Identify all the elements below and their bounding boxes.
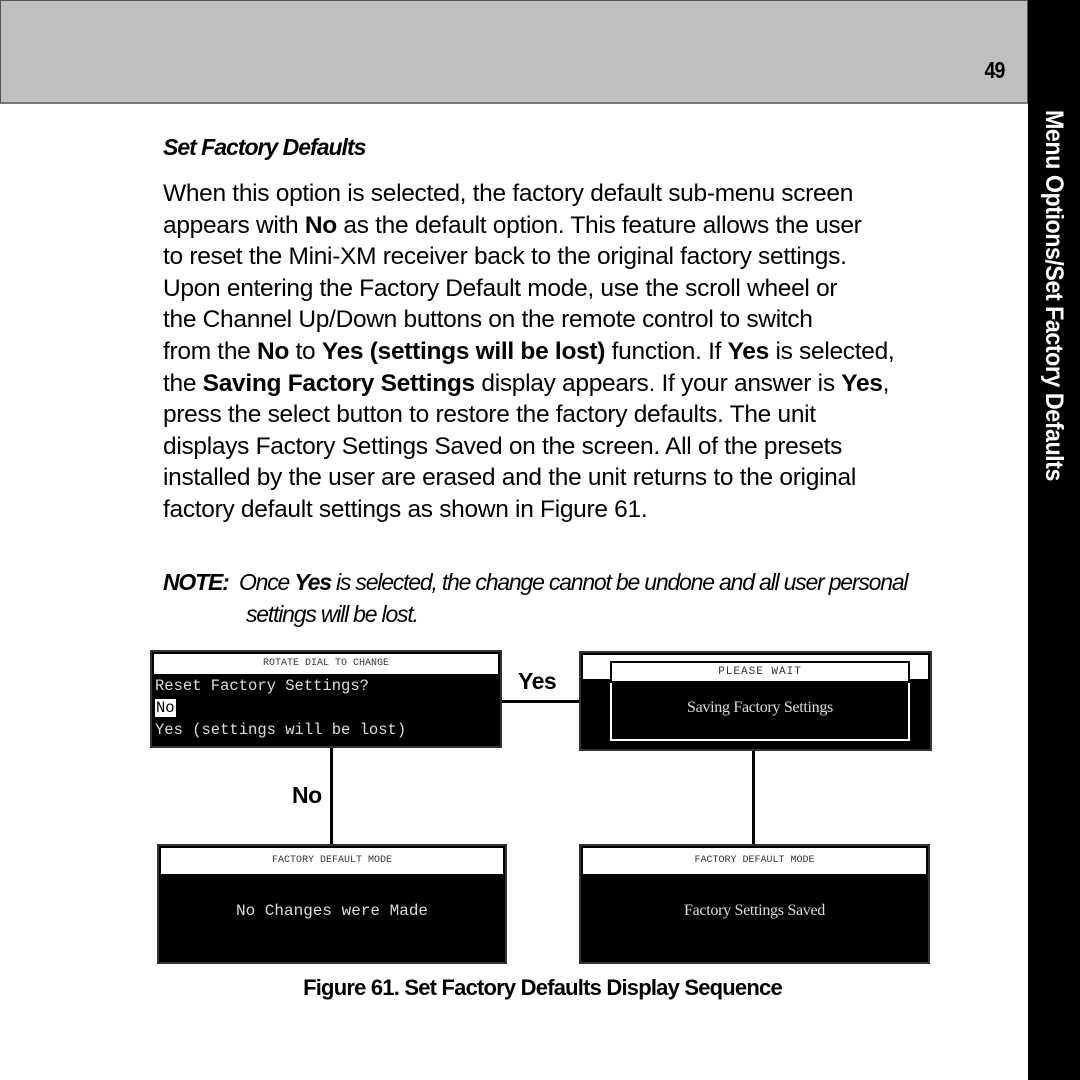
note-line-2: settings will be lost. [246, 601, 419, 627]
branch-label-yes: Yes [518, 668, 557, 694]
bold-term: Yes (settings will be lost) [321, 337, 606, 365]
body-line: the Channel Up/Down buttons on the remot… [163, 306, 813, 334]
body-line: press the select button to restore the f… [163, 401, 816, 429]
figure-caption: Figure 61. Set Factory Defaults Display … [303, 975, 783, 1000]
body-line: displays Factory Settings Saved on the s… [163, 432, 843, 460]
note-label: NOTE: [163, 569, 230, 595]
bold-term: Saving Factory Settings [202, 369, 476, 397]
body-line: from the No to Yes (settings will be los… [163, 337, 895, 365]
connector-yes [502, 700, 581, 703]
connector-saved [752, 751, 755, 844]
lcd-screen-settings-saved: FACTORY DEFAULT MODE Factory Settings Sa… [579, 844, 930, 964]
side-tab-label: Menu Options/Set Factory Defaults [1040, 110, 1068, 481]
body-line: factory default settings as shown in Fig… [163, 495, 648, 523]
note-line-1: NOTE: Once Yes is selected, the change c… [163, 569, 909, 595]
lcd-option-no: No [155, 698, 176, 718]
bold-term: Yes [841, 369, 883, 397]
lcd-message: No Changes were Made [235, 902, 429, 920]
body-paragraph: When this option is selected, the factor… [163, 178, 953, 526]
bold-term: Yes [727, 337, 770, 365]
lcd-header: FACTORY DEFAULT MODE [583, 848, 926, 874]
lcd-popup-header: PLEASE WAIT [610, 661, 910, 683]
lcd-question: Reset Factory Settings? [155, 677, 369, 695]
lcd-screen-no-changes: FACTORY DEFAULT MODE No Changes were Mad… [157, 844, 507, 964]
body-line: to reset the Mini-XM receiver back to th… [163, 243, 847, 271]
connector-no [330, 748, 333, 844]
lcd-header: FACTORY DEFAULT MODE [161, 848, 503, 874]
bold-term: No [304, 211, 337, 239]
lcd-screen-reset-prompt: ROTATE DIAL TO CHANGE Reset Factory Sett… [150, 650, 502, 748]
body-line: the Saving Factory Settings display appe… [163, 369, 890, 397]
body-line: appears with No as the default option. T… [163, 211, 862, 239]
body-line: installed by the user are erased and the… [163, 464, 856, 492]
page-number: 49 [984, 57, 1006, 83]
lcd-option-yes: Yes (settings will be lost) [155, 721, 407, 739]
section-title: Set Factory Defaults [163, 134, 366, 160]
note: NOTE: Once Yes is selected, the change c… [163, 566, 993, 630]
lcd-message: Factory Settings Saved [684, 902, 825, 919]
lcd-screen-saving: PLEASE WAIT Saving Factory Settings [579, 651, 932, 751]
lcd-header: ROTATE DIAL TO CHANGE [154, 654, 498, 674]
lcd-popup-message: Saving Factory Settings [687, 699, 833, 716]
body-line: Upon entering the Factory Default mode, … [163, 274, 838, 302]
body-line: When this option is selected, the factor… [163, 180, 854, 207]
branch-label-no: No [292, 782, 322, 808]
note-yes: Yes [294, 569, 332, 595]
page-header-band: 49 [0, 0, 1028, 104]
lcd-popup: PLEASE WAIT Saving Factory Settings [610, 661, 910, 741]
bold-term: No [256, 337, 290, 365]
lcd-selected-option: No [155, 699, 176, 717]
